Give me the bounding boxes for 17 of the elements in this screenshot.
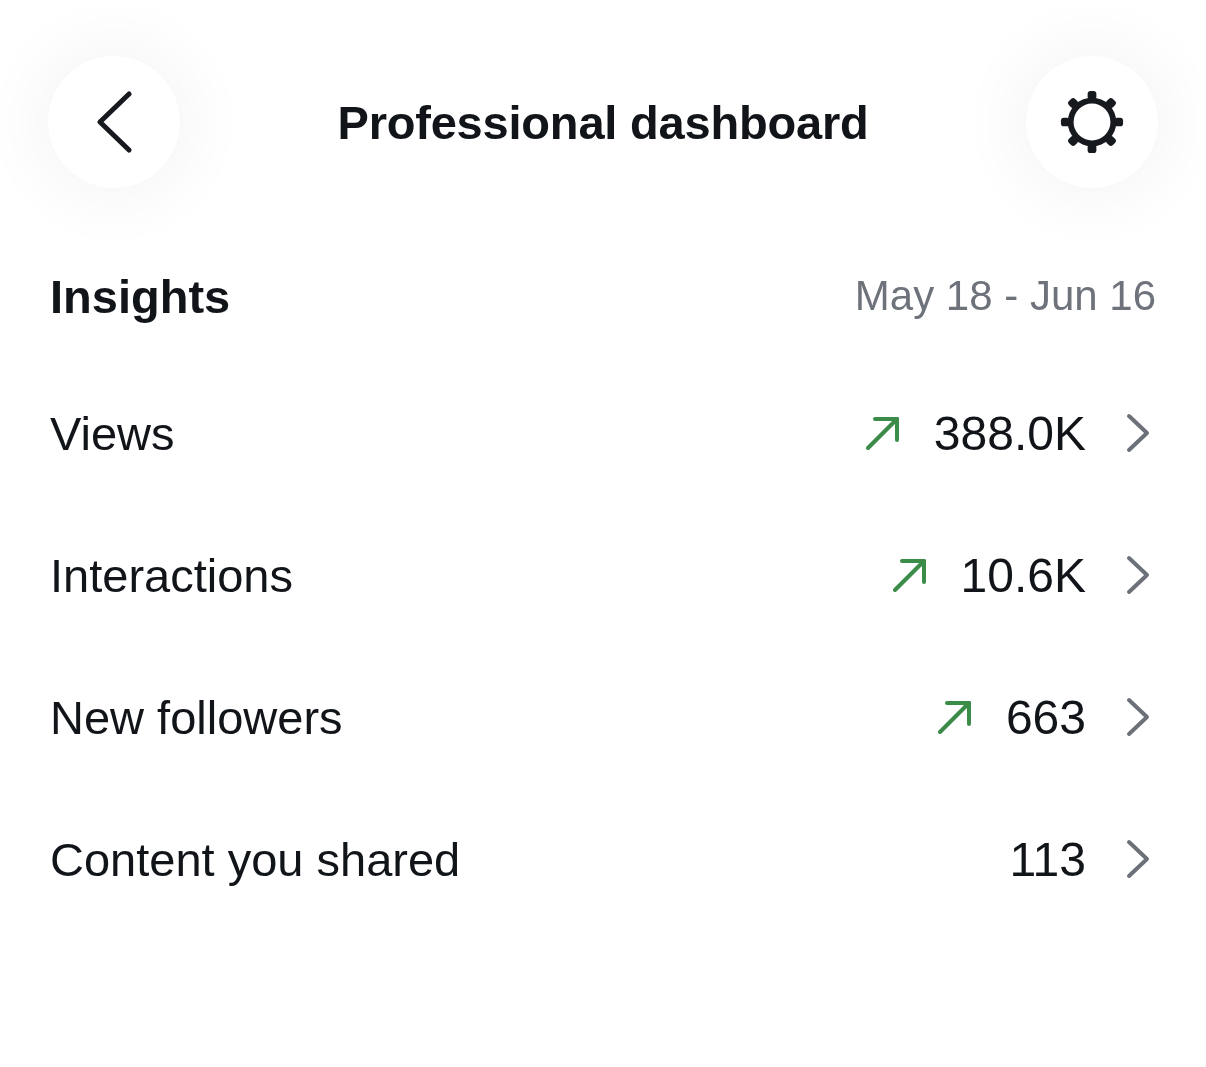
chevron-right-icon[interactable] bbox=[1126, 555, 1150, 595]
date-range[interactable]: May 18 - Jun 16 bbox=[854, 272, 1156, 320]
back-chevron-icon bbox=[96, 91, 132, 153]
settings-icon bbox=[1059, 89, 1125, 155]
section-title: Insights bbox=[50, 268, 231, 324]
metric-label: Interactions bbox=[50, 547, 293, 603]
chevron-right-icon[interactable] bbox=[1126, 839, 1150, 879]
page-title: Professional dashboard bbox=[337, 94, 869, 150]
chevron-right-icon[interactable] bbox=[1126, 413, 1150, 453]
metric-value: 388.0K bbox=[933, 405, 1086, 461]
metric-value: 10.6K bbox=[960, 547, 1086, 603]
chevron-right-icon[interactable] bbox=[1126, 697, 1150, 737]
metric-label: Views bbox=[50, 405, 175, 461]
metric-label: New followers bbox=[50, 689, 343, 745]
metric-value: 663 bbox=[1005, 689, 1086, 745]
metric-value: 113 bbox=[1009, 831, 1086, 887]
metric-label: Content you shared bbox=[50, 831, 461, 887]
